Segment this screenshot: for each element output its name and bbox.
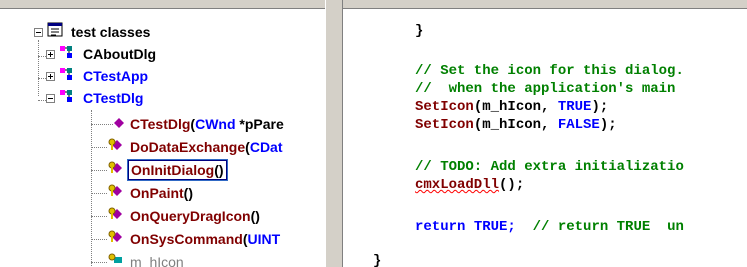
class-view-pane: test classes CAboutDlg CTestApp CTestDlg…: [0, 0, 325, 267]
tree-member-item[interactable]: OnQueryDragIcon(): [108, 206, 262, 226]
code-keyword: TRUE: [557, 99, 592, 115]
member-name: m_hIcon: [130, 254, 184, 267]
class-view-top-edge: [0, 0, 325, 9]
class-label: CTestApp: [83, 68, 149, 84]
code-line: return TRUE; // return TRUE un: [415, 218, 684, 236]
collapse-icon[interactable]: [46, 93, 55, 103]
tree-line: [91, 124, 113, 125]
class-icon: [59, 45, 77, 64]
member-param-type: CWnd: [195, 116, 236, 132]
class-label: CTestDlg: [83, 90, 144, 106]
tree-root[interactable]: test classes: [34, 22, 152, 42]
protected-method-icon: [108, 184, 124, 203]
member-label: OnInitDialog(): [127, 159, 228, 181]
class-view-icon: [47, 22, 65, 43]
member-param-type: CDat: [249, 139, 283, 155]
tree-line: [38, 78, 46, 79]
protected-method-icon: [108, 138, 124, 157]
tree-line: [91, 110, 92, 267]
tree-line: [91, 216, 107, 217]
member-paren: (): [250, 208, 260, 224]
tree-line: [38, 56, 46, 57]
tree-member-item-selected[interactable]: OnInitDialog(): [108, 159, 228, 181]
member-param-rest: *pPare: [235, 116, 284, 132]
tree-line: [91, 147, 107, 148]
code-line: cmxLoadDll();: [415, 176, 524, 194]
editor-top-edge: [343, 0, 747, 9]
code-args: (m_hIcon,: [473, 117, 558, 133]
tree-line: [91, 262, 107, 263]
code-keyword: FALSE: [557, 117, 600, 133]
tree-root-label: test classes: [71, 24, 151, 40]
tree-line: [91, 239, 107, 240]
code-comment: // return TRUE un: [515, 219, 684, 235]
member-param-type: UINT: [247, 231, 281, 247]
code-function: SetIcon: [415, 117, 474, 133]
code-comment-line: // when the application's main: [415, 81, 676, 97]
code-editor[interactable]: } // Set the icon for this dialog. // wh…: [343, 0, 747, 267]
tree-member-item[interactable]: CTestDlg(CWnd *pPare: [114, 114, 286, 134]
expand-icon[interactable]: [46, 49, 55, 59]
public-method-icon: [114, 115, 124, 133]
tree-line: [38, 40, 39, 96]
member-paren: (): [183, 185, 193, 201]
code-punct: ();: [499, 177, 525, 193]
member-name: DoDataExchange: [130, 139, 246, 155]
code-function-unresolved: cmxLoadDll: [415, 177, 500, 193]
protected-method-icon: [108, 161, 124, 180]
code-return-value: TRUE;: [465, 219, 516, 235]
member-name: OnInitDialog: [131, 162, 215, 178]
tree-member-item[interactable]: OnSysCommand(UINT: [108, 229, 282, 249]
tree-line: [91, 193, 107, 194]
tree-class-item[interactable]: CAboutDlg: [46, 44, 158, 64]
code-line: }: [373, 253, 382, 267]
code-comment-line: // TODO: Add extra initializatio: [415, 159, 684, 175]
member-label: OnPaint(): [128, 184, 195, 202]
tree-line: [91, 170, 107, 171]
member-label: OnQueryDragIcon(): [128, 207, 262, 225]
member-label: OnSysCommand(UINT: [128, 230, 282, 248]
class-icon: [59, 67, 77, 86]
tree-member-item[interactable]: m_hIcon: [108, 252, 186, 267]
tree-member-item[interactable]: DoDataExchange(CDat: [108, 137, 285, 157]
code-line: SetIcon(m_hIcon, TRUE);: [415, 98, 608, 116]
member-name: CTestDlg: [130, 116, 191, 132]
protected-method-icon: [108, 207, 124, 226]
code-args: (m_hIcon,: [473, 99, 558, 115]
tree-class-item[interactable]: CTestDlg: [46, 88, 145, 108]
protected-method-icon: [108, 230, 124, 249]
expand-icon[interactable]: [46, 71, 55, 81]
code-keyword: return: [415, 219, 466, 235]
code-punct: );: [591, 99, 609, 115]
code-function: SetIcon: [415, 99, 474, 115]
code-line: }: [415, 23, 424, 39]
member-name: OnSysCommand: [130, 231, 243, 247]
tree-member-item[interactable]: OnPaint(): [108, 183, 195, 203]
member-name: OnQueryDragIcon: [130, 208, 251, 224]
tree-line: [38, 100, 46, 101]
code-comment-line: // Set the icon for this dialog.: [415, 63, 684, 79]
splitter-bar[interactable]: [325, 0, 343, 267]
tree-class-item[interactable]: CTestApp: [46, 66, 150, 86]
code-line: SetIcon(m_hIcon, FALSE);: [415, 116, 617, 134]
member-label: CTestDlg(CWnd *pPare: [128, 115, 286, 133]
collapse-icon[interactable]: [34, 27, 43, 37]
protected-variable-icon: [108, 253, 124, 267]
code-punct: );: [599, 117, 617, 133]
member-paren: (): [214, 162, 224, 178]
class-icon: [59, 89, 77, 108]
class-label: CAboutDlg: [83, 46, 157, 62]
member-label: DoDataExchange(CDat: [128, 138, 285, 156]
member-name: OnPaint: [130, 185, 184, 201]
